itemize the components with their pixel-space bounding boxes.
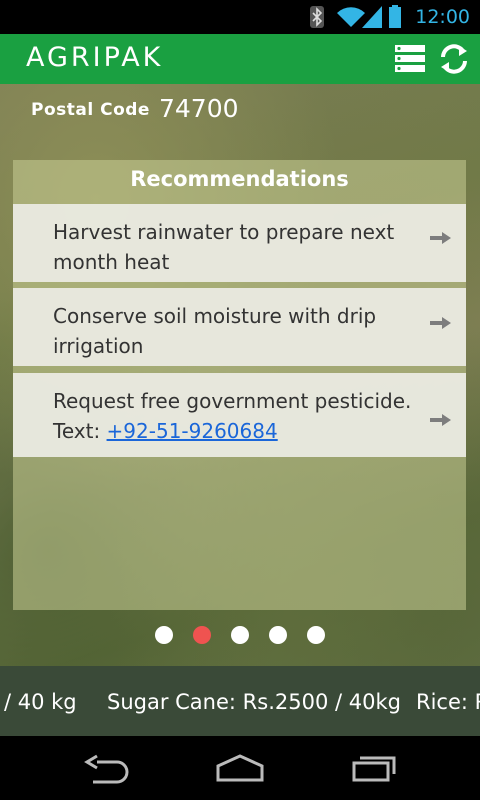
postal-code-value: 74700 (159, 94, 239, 123)
status-bar: 12:00 (0, 0, 480, 34)
postal-code-label: Postal Code (31, 100, 150, 120)
recommendations-panel: Recommendations Harvest rainwater to pre… (13, 160, 466, 610)
page-dot[interactable] (231, 626, 249, 644)
page-dot-active[interactable] (193, 626, 211, 644)
app-title: AGRIPAK (26, 42, 164, 73)
satellite-background: Postal Code 74700 Recommendations Harves… (0, 84, 480, 666)
recommendation-text: Conserve soil moisture with drip irrigat… (53, 304, 377, 358)
list-icon[interactable] (394, 43, 428, 75)
bluetooth-icon (310, 6, 324, 28)
recommendation-item[interactable]: Request free government pesticide. Text:… (13, 373, 466, 457)
home-icon[interactable] (215, 754, 265, 782)
action-bar: AGRIPAK (0, 34, 480, 84)
recommendation-text: Request free government pesticide. Text:… (53, 386, 423, 446)
signal-icon (362, 6, 382, 28)
recommendation-item[interactable]: Harvest rainwater to prepare next month … (13, 204, 466, 282)
page-dot[interactable] (155, 626, 173, 644)
ticker-item: Sugar Cane: Rs.2500 / 40kg (107, 690, 401, 714)
price-ticker: / 40 kg Sugar Cane: Rs.2500 / 40kg Rice:… (0, 666, 480, 736)
recommendation-main-text: Request free government pesticide. (53, 389, 412, 413)
phone-link[interactable]: +92-51-9260684 (107, 419, 278, 443)
arrow-right-icon (430, 232, 451, 244)
recent-apps-icon[interactable] (352, 754, 398, 782)
contact-prefix: Text: (53, 419, 101, 443)
recommendation-item[interactable]: Conserve soil moisture with drip irrigat… (13, 288, 466, 366)
arrow-right-icon (430, 414, 451, 426)
battery-icon (389, 5, 401, 28)
ticker-item: Rice: R (416, 690, 480, 714)
recommendation-text: Harvest rainwater to prepare next month … (53, 220, 395, 274)
page-dot[interactable] (307, 626, 325, 644)
ticker-item: / 40 kg (4, 690, 77, 714)
page-indicator (0, 626, 480, 646)
navigation-bar (0, 736, 480, 800)
recommendations-title: Recommendations (130, 167, 349, 191)
refresh-icon[interactable] (437, 43, 471, 75)
arrow-right-icon (430, 317, 451, 329)
status-time: 12:00 (415, 6, 470, 28)
page-dot[interactable] (269, 626, 287, 644)
back-icon[interactable] (83, 754, 129, 784)
